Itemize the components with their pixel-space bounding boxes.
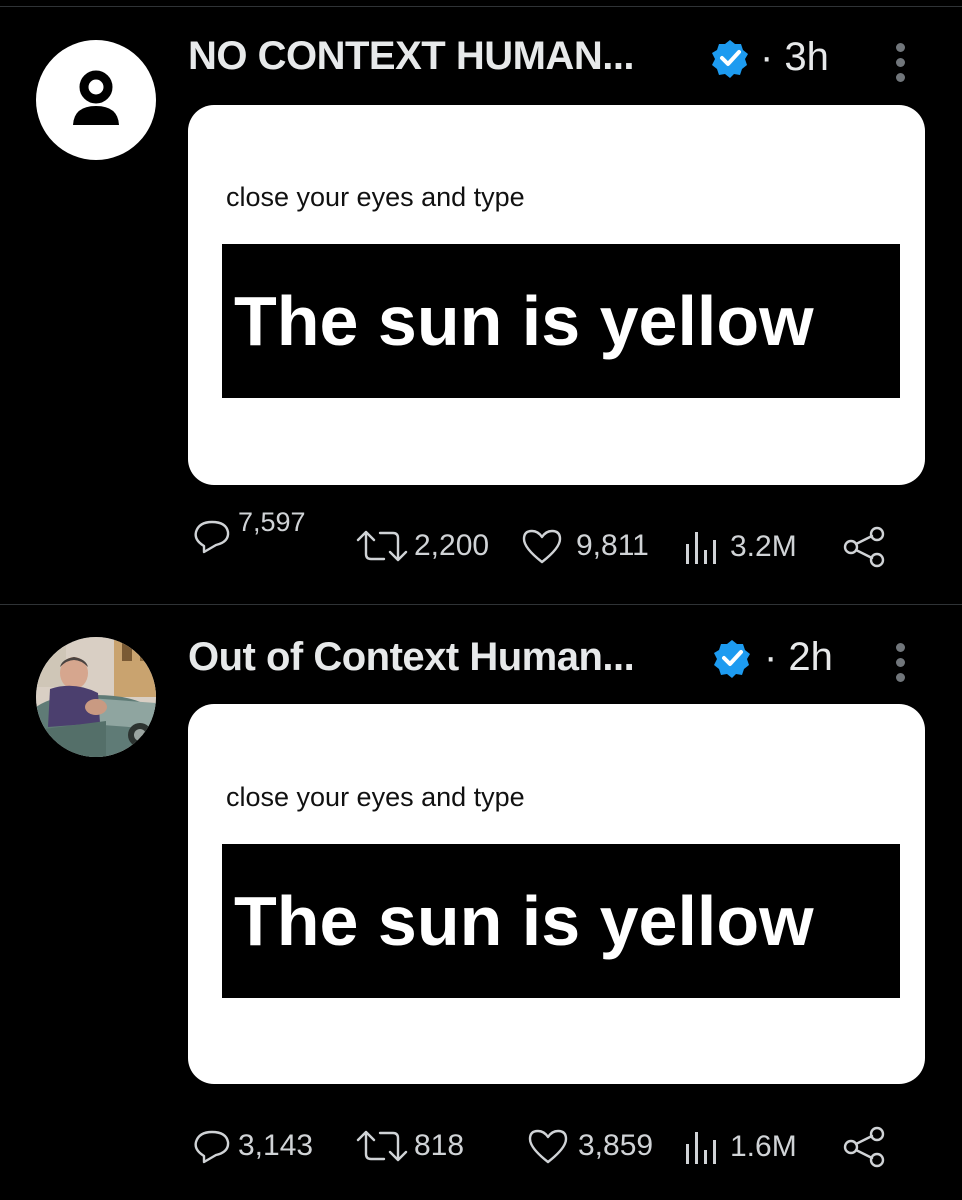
share-icon <box>843 1126 885 1168</box>
more-options-icon[interactable] <box>892 643 908 687</box>
verified-badge-icon <box>712 40 748 78</box>
reply-count: 7,597 <box>238 506 306 537</box>
more-options-icon[interactable] <box>892 43 908 87</box>
reply-icon <box>194 520 230 554</box>
author-name[interactable]: Out of Context Human... <box>188 635 635 680</box>
image-headline-box: The sun is yellow <box>222 244 900 398</box>
image-caption: close your eyes and type <box>226 182 525 212</box>
tweet[interactable]: NO CONTEXT HUMAN... · 3h close your eyes… <box>0 0 962 600</box>
views-icon <box>686 532 716 564</box>
reply-button[interactable]: 7,597 <box>190 507 306 558</box>
image-headline: The sun is yellow <box>234 882 814 960</box>
avatar[interactable] <box>36 40 156 160</box>
reply-count: 3,143 <box>238 1129 314 1162</box>
reply-button[interactable]: 3,143 <box>190 1124 313 1168</box>
image-caption: close your eyes and type <box>226 782 525 812</box>
tweet-image[interactable]: close your eyes and type The sun is yell… <box>188 704 925 1084</box>
tweet[interactable]: Out of Context Human... · 2h close your … <box>0 606 962 1200</box>
views-icon <box>686 1132 716 1164</box>
view-count: 3.2M <box>730 530 797 563</box>
repost-count: 818 <box>414 1129 465 1162</box>
tweet-timestamp[interactable]: · 2h <box>764 635 833 680</box>
repost-icon <box>356 530 408 562</box>
views-button[interactable]: 3.2M <box>682 526 797 568</box>
views-button[interactable]: 1.6M <box>682 1126 797 1168</box>
share-button[interactable] <box>842 1126 888 1168</box>
verified-badge-icon <box>714 640 750 678</box>
like-button[interactable]: 9,811 <box>520 526 649 566</box>
tweet-timestamp[interactable]: · 3h <box>760 35 829 80</box>
repost-icon <box>356 1130 408 1162</box>
image-headline: The sun is yellow <box>234 282 814 360</box>
like-count: 3,859 <box>578 1129 654 1162</box>
like-count: 9,811 <box>576 529 649 562</box>
avatar[interactable] <box>36 637 156 757</box>
default-profile-icon <box>73 70 119 125</box>
image-headline-box: The sun is yellow <box>222 844 900 998</box>
repost-count: 2,200 <box>414 529 490 562</box>
repost-button[interactable]: 2,200 <box>354 526 489 566</box>
author-name[interactable]: NO CONTEXT HUMAN... <box>188 34 635 79</box>
profile-photo-man-in-car <box>36 637 156 757</box>
tweet-image[interactable]: close your eyes and type The sun is yell… <box>188 105 925 485</box>
like-button[interactable]: 3,859 <box>526 1126 653 1166</box>
share-button[interactable] <box>842 526 888 568</box>
like-icon <box>528 1129 568 1164</box>
repost-button[interactable]: 818 <box>354 1126 464 1166</box>
view-count: 1.6M <box>730 1130 797 1163</box>
share-icon <box>843 526 885 568</box>
reply-icon <box>194 1130 230 1164</box>
like-icon <box>522 529 562 564</box>
tweet-divider <box>0 604 962 605</box>
